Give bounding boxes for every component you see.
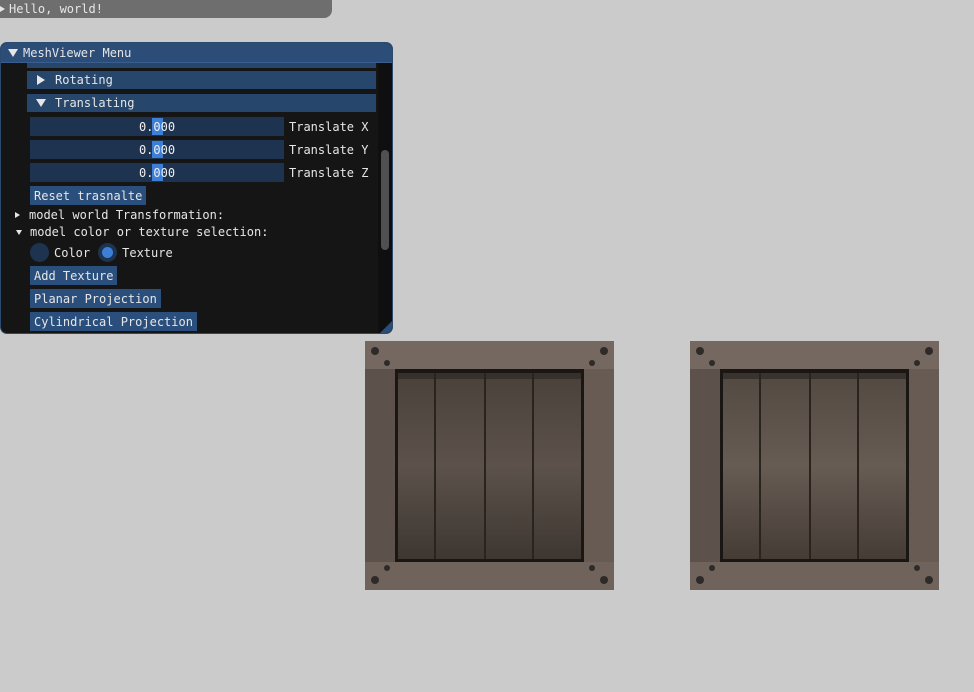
translate-z-drag[interactable]: 0.000 [30,163,284,182]
color-texture-radio-group: Color Texture [30,243,173,262]
translate-y-row: 0.000 Translate Y [30,140,368,159]
translate-y-drag[interactable]: 0.000 [30,140,284,159]
tree-color-label: model color or texture selection: [30,225,269,239]
radio-texture-label[interactable]: Texture [122,246,173,260]
chevron-down-icon [36,99,46,107]
radio-color-label[interactable]: Color [54,246,90,260]
translate-z-row: 0.000 Translate Z [30,163,368,182]
radio-selected-dot [102,247,114,258]
crate-texture-image [365,341,614,590]
translate-z-label: Translate Z [289,165,369,180]
hello-window-title: Hello, world! [9,2,103,16]
translate-x-drag[interactable]: 0.000 [30,117,284,136]
chevron-right-icon [15,212,20,218]
tree-node-world-transformation[interactable]: model world Transformation: [15,207,224,223]
crate-texture-image [690,341,939,590]
scrolled-header[interactable] [27,63,376,68]
chevron-down-icon [16,229,22,235]
add-texture-button[interactable]: Add Texture [30,266,118,285]
resize-grip-icon[interactable] [380,321,392,333]
tree-node-color-texture[interactable]: model color or texture selection: [15,224,268,240]
scrollbar-thumb[interactable] [381,150,389,250]
radio-texture[interactable] [98,243,118,262]
collapse-arrow-icon[interactable] [8,48,18,57]
translate-x-value: 0.000 [138,119,176,134]
menu-titlebar[interactable]: MeshViewer Menu [1,43,392,63]
menu-title: MeshViewer Menu [23,45,132,60]
tree-world-label: model world Transformation: [29,208,225,222]
header-rotating[interactable]: Rotating [27,71,376,89]
header-translating[interactable]: Translating [27,94,376,112]
translate-x-label: Translate X [289,119,369,134]
chevron-right-icon [37,75,45,85]
hello-window-titlebar[interactable]: Hello, world! [0,0,332,18]
translate-z-value: 0.000 [138,165,176,180]
textured-crate-left [365,341,614,590]
menu-content: Rotating Translating 0.000 Translate X 0… [1,63,378,333]
radio-color[interactable] [30,243,49,262]
reset-translate-button[interactable]: Reset trasnalte [30,186,147,205]
textured-crate-right [690,341,939,590]
translate-y-label: Translate Y [289,142,369,157]
header-translating-label: Translating [55,96,135,110]
planar-projection-button[interactable]: Planar Projection [30,289,161,308]
cylindrical-projection-button[interactable]: Cylindrical Projection [30,312,197,331]
meshviewer-menu-window[interactable]: MeshViewer Menu Rotating Translating 0.0… [0,42,393,334]
collapse-arrow-icon[interactable] [0,6,5,12]
scrollbar[interactable] [378,63,392,333]
header-rotating-label: Rotating [55,73,113,87]
translate-x-row: 0.000 Translate X [30,117,368,136]
translate-y-value: 0.000 [138,142,176,157]
